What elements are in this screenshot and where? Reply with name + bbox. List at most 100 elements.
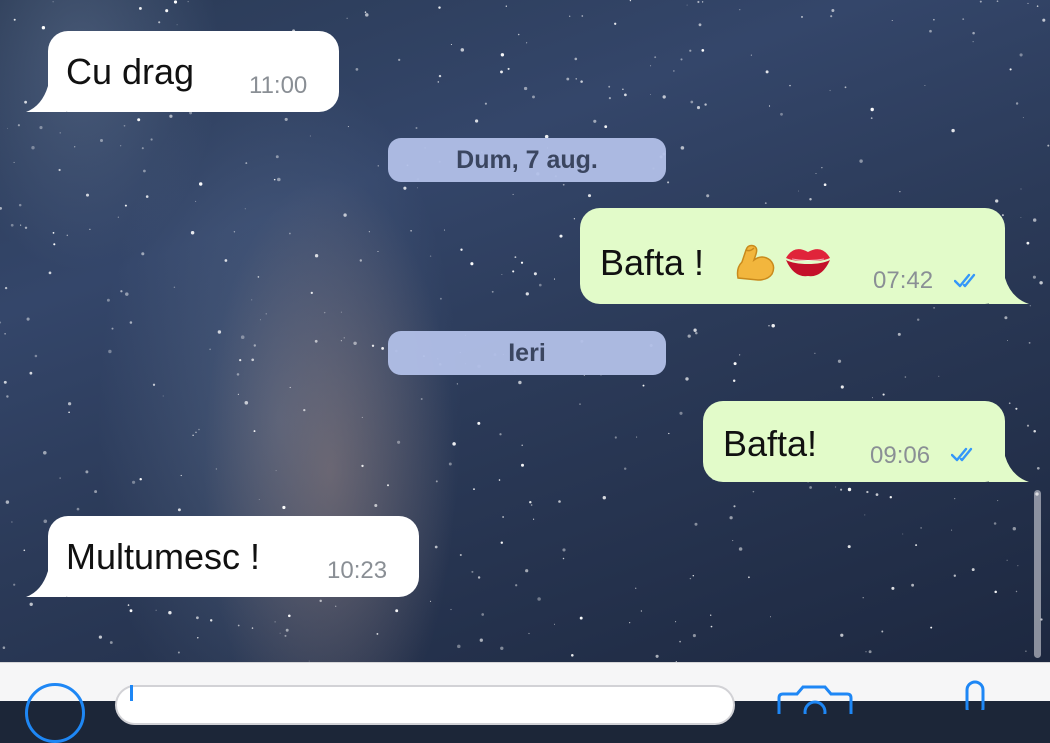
star (809, 486, 812, 489)
star (74, 146, 76, 148)
star (1036, 466, 1040, 470)
message-text: Bafta ! (600, 242, 705, 283)
star (569, 15, 571, 17)
date-separator: Dum, 7 aug. (388, 138, 666, 182)
star (733, 505, 736, 508)
star (693, 328, 697, 332)
kiss-mark-emoji (786, 249, 830, 277)
star (289, 386, 291, 389)
star (190, 230, 195, 235)
star (471, 570, 474, 573)
star (158, 21, 161, 24)
star (498, 479, 501, 481)
star (197, 637, 199, 639)
star (930, 626, 933, 629)
date-separator-label: Dum, 7 aug. (456, 145, 598, 174)
star (481, 613, 485, 616)
message-input[interactable] (115, 685, 735, 725)
message-bubble-incoming[interactable]: Cu drag 11:00 (26, 31, 339, 112)
message-time: 07:42 (873, 267, 934, 294)
star (765, 70, 769, 74)
star (1012, 527, 1016, 531)
star (377, 251, 379, 252)
star (831, 9, 835, 12)
star (655, 654, 659, 658)
star (277, 177, 281, 182)
plus-icon[interactable] (25, 683, 85, 743)
star (829, 89, 831, 92)
star (642, 384, 645, 387)
star (52, 232, 55, 234)
star (85, 470, 89, 474)
star (687, 334, 691, 338)
star (11, 521, 13, 523)
star (574, 57, 578, 61)
star (39, 126, 43, 130)
scrollbar[interactable] (1034, 490, 1041, 658)
message-bubble-incoming[interactable]: Multumesc ! 10:23 (26, 516, 419, 597)
camera-icon[interactable] (775, 684, 855, 714)
message-bubble-outgoing[interactable]: Bafta! 09:06 (703, 401, 1029, 482)
star (117, 216, 119, 218)
star (752, 490, 755, 493)
star (460, 248, 463, 251)
star (650, 93, 651, 95)
star (209, 619, 213, 622)
star (954, 498, 956, 500)
star (41, 26, 46, 30)
star (66, 234, 69, 237)
star (870, 107, 874, 112)
star (679, 411, 683, 415)
star (165, 9, 169, 13)
star (911, 583, 914, 587)
star (662, 95, 666, 99)
star (739, 354, 741, 356)
star (515, 584, 518, 587)
star (0, 321, 2, 324)
star (971, 568, 975, 572)
star (173, 0, 178, 4)
message-time: 11:00 (249, 72, 308, 99)
star (1033, 218, 1037, 222)
star (89, 228, 91, 230)
star (106, 298, 110, 302)
star (120, 290, 123, 293)
star (343, 337, 345, 339)
star (24, 226, 28, 230)
star (169, 114, 173, 118)
star (844, 86, 847, 89)
star (695, 331, 698, 335)
star (244, 208, 246, 210)
star (429, 600, 432, 602)
text-cursor (130, 685, 133, 701)
star (377, 165, 380, 167)
star (457, 644, 461, 649)
message-bubble-outgoing[interactable]: Bafta ! 07:42 (580, 208, 1029, 304)
star (323, 311, 326, 314)
star (1015, 590, 1018, 593)
star (180, 474, 182, 477)
star (53, 243, 56, 246)
star (1009, 68, 1012, 71)
star (920, 527, 922, 529)
star (371, 344, 375, 347)
microphone-icon[interactable] (955, 680, 995, 710)
star (771, 323, 775, 328)
star (415, 127, 418, 129)
star (650, 65, 652, 67)
star (374, 503, 378, 508)
star (443, 229, 446, 231)
star (251, 299, 253, 301)
star (26, 317, 30, 321)
star (835, 486, 837, 488)
star (891, 586, 895, 590)
star (108, 349, 112, 354)
star (891, 20, 893, 22)
star (566, 77, 570, 81)
star (539, 283, 542, 287)
star (1026, 241, 1030, 245)
star (196, 616, 199, 620)
star (195, 200, 197, 202)
star (579, 403, 581, 405)
star (132, 480, 136, 484)
